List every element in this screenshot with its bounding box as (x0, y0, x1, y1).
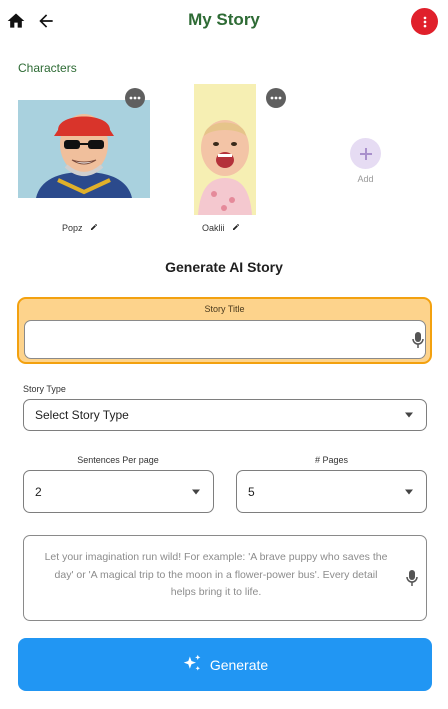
caret-down-icon (405, 489, 413, 494)
sentences-per-page-label: Sentences Per page (77, 455, 159, 465)
story-type-label: Story Type (23, 384, 66, 394)
pages-value: 5 (248, 484, 255, 499)
story-prompt-textarea[interactable]: Let your imagination run wild! For examp… (23, 535, 427, 621)
caret-down-icon (405, 412, 413, 418)
app-bar: My Story (0, 0, 448, 44)
story-title-field: Story Title (17, 297, 432, 364)
microphone-icon[interactable] (406, 570, 418, 586)
sentences-per-page-value: 2 (35, 484, 42, 499)
sparkles-icon (182, 653, 203, 677)
character-name-popz: Popz (62, 223, 98, 233)
story-type-value: Select Story Type (35, 408, 129, 422)
story-title-label: Story Title (204, 304, 245, 314)
sentences-per-page-select[interactable]: 2 (23, 470, 214, 513)
character-avatar-popz[interactable] (18, 100, 150, 198)
more-vertical-icon[interactable] (411, 8, 438, 35)
more-horizontal-icon[interactable] (266, 88, 286, 108)
generate-button[interactable]: Generate (18, 638, 432, 691)
pages-label: # Pages (314, 455, 349, 465)
pencil-icon[interactable] (232, 223, 240, 233)
character-avatar-oaklii[interactable] (194, 84, 256, 215)
story-title-input[interactable] (24, 320, 426, 359)
more-horizontal-icon[interactable] (125, 88, 145, 108)
story-prompt-placeholder: Let your imagination run wild! For examp… (44, 551, 388, 598)
pencil-icon[interactable] (90, 223, 98, 233)
pages-select[interactable]: 5 (236, 470, 427, 513)
story-type-select[interactable]: Select Story Type (23, 399, 427, 431)
page-title: My Story (188, 10, 260, 29)
add-character-button[interactable] (350, 138, 381, 169)
character-name-label: Oaklii (202, 223, 225, 233)
generate-button-label: Generate (209, 656, 269, 673)
characters-section-label: Characters (18, 61, 77, 75)
caret-down-icon (192, 489, 200, 494)
character-name-oaklii: Oaklii (202, 223, 240, 233)
plus-icon (359, 147, 372, 160)
add-character-label: Add (357, 174, 374, 184)
generate-story-heading: Generate AI Story (165, 259, 283, 275)
microphone-icon[interactable] (412, 332, 424, 348)
character-name-label: Popz (62, 223, 83, 233)
